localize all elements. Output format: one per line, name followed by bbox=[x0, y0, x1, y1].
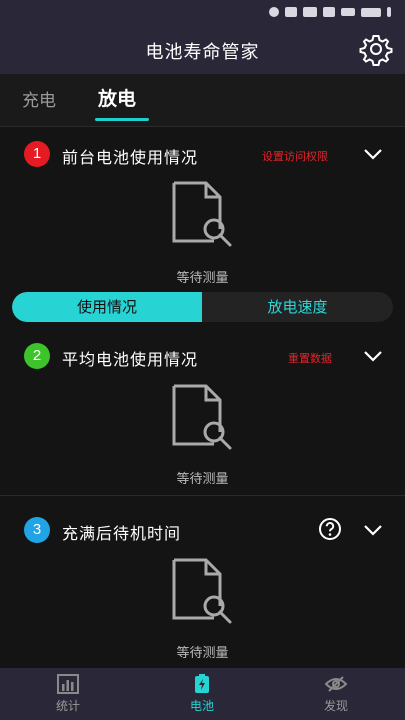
chevron-down-icon[interactable] bbox=[363, 148, 383, 160]
document-search-icon bbox=[172, 384, 232, 450]
usage-segmented-control: 使用情况 放电速度 bbox=[12, 292, 393, 322]
app-header: 电池寿命管家 bbox=[0, 28, 405, 74]
reset-data-link[interactable]: 重置数据 bbox=[288, 350, 332, 366]
segment-usage[interactable]: 使用情况 bbox=[12, 292, 202, 322]
hd-icon bbox=[285, 7, 297, 17]
status-bar bbox=[0, 0, 405, 28]
bar-chart-icon bbox=[57, 674, 79, 694]
settings-button[interactable] bbox=[359, 32, 393, 66]
nav-item-discover[interactable]: 发现 bbox=[306, 674, 366, 714]
chevron-down-icon[interactable] bbox=[363, 350, 383, 362]
section-number-badge: 2 bbox=[24, 343, 50, 369]
section-number-badge: 1 bbox=[24, 141, 50, 167]
help-icon[interactable] bbox=[318, 517, 342, 541]
app-title: 电池寿命管家 bbox=[145, 42, 260, 63]
segment-discharge-speed[interactable]: 放电速度 bbox=[202, 292, 393, 322]
tab-discharge[interactable]: 放电 bbox=[98, 84, 136, 111]
wifi-icon bbox=[341, 8, 355, 16]
bottom-nav: 统计 电池 发现 bbox=[0, 668, 405, 720]
section-foreground-usage: 1 前台电池使用情况 设置访问权限 等待测量 bbox=[0, 126, 405, 289]
section-title: 前台电池使用情况 bbox=[62, 148, 199, 167]
waiting-status: 等待测量 bbox=[176, 271, 229, 286]
section-title: 平均电池使用情况 bbox=[62, 350, 199, 369]
battery-icon bbox=[361, 7, 381, 17]
nav-label: 发现 bbox=[323, 699, 348, 713]
waiting-status: 等待测量 bbox=[176, 646, 229, 661]
signal-4g-icon bbox=[303, 7, 317, 17]
alarm-icon bbox=[269, 7, 279, 17]
document-search-icon bbox=[172, 181, 232, 247]
tab-charge[interactable]: 充电 bbox=[22, 86, 56, 111]
signal-icon bbox=[323, 7, 335, 17]
chevron-down-icon[interactable] bbox=[363, 524, 383, 536]
nav-item-battery[interactable]: 电池 bbox=[172, 674, 232, 714]
document-search-icon bbox=[172, 558, 232, 624]
section-standby-time: 3 充满后待机时间 等待测量 bbox=[0, 495, 405, 669]
set-access-permission-link[interactable]: 设置访问权限 bbox=[262, 148, 328, 164]
nav-label: 电池 bbox=[189, 699, 214, 713]
waiting-status: 等待测量 bbox=[176, 472, 229, 487]
nav-item-statistics[interactable]: 统计 bbox=[38, 674, 98, 714]
tab-active-indicator bbox=[95, 118, 149, 121]
nav-label: 统计 bbox=[55, 699, 80, 713]
section-title: 充满后待机时间 bbox=[62, 524, 182, 543]
section-number-badge: 3 bbox=[24, 517, 50, 543]
gear-icon bbox=[359, 35, 393, 66]
discover-eye-icon bbox=[325, 676, 347, 692]
battery-icon bbox=[195, 674, 209, 693]
status-icons bbox=[269, 7, 391, 17]
charging-icon bbox=[387, 7, 391, 17]
section-average-usage: 2 平均电池使用情况 重置数据 等待测量 bbox=[0, 328, 405, 494]
tab-bar: 充电 放电 bbox=[0, 74, 405, 126]
